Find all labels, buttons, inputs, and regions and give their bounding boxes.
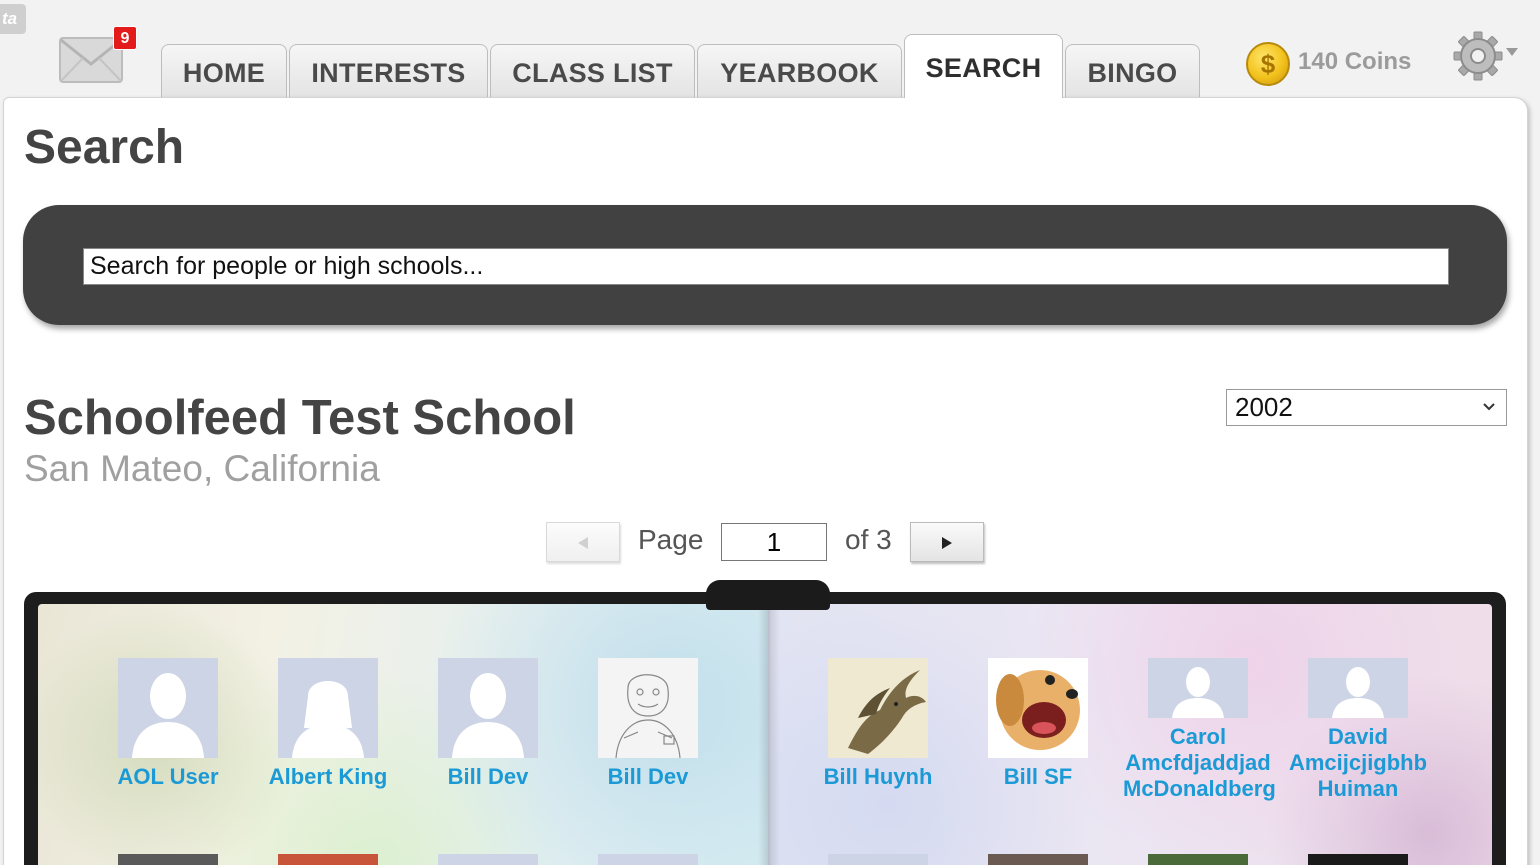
year-select-value: 2002	[1235, 392, 1293, 422]
puppy-avatar[interactable]	[988, 658, 1088, 758]
coins-label: 140 Coins	[1298, 48, 1412, 75]
tab-yearbook[interactable]: YEARBOOK	[697, 44, 902, 98]
partial-avatar[interactable]	[1308, 854, 1408, 865]
person-name[interactable]: AOL User	[93, 764, 243, 790]
person-name[interactable]: Carol Amcfdjaddjad McDonaldberg	[1123, 724, 1276, 802]
yearbook-clasp	[706, 580, 830, 610]
school-name: Schoolfeed Test School	[24, 391, 576, 445]
person-name[interactable]: Bill SF	[963, 764, 1113, 790]
partial-avatar[interactable]	[1148, 854, 1248, 865]
person-name[interactable]: Bill Dev	[573, 764, 723, 790]
arrow-left-icon	[578, 537, 588, 549]
coin-icon: $	[1246, 42, 1290, 86]
yearbook-entry[interactable]: David Amcijcjigbhb Huiman	[1283, 658, 1433, 802]
silhouette-avatar[interactable]	[1308, 658, 1408, 718]
person-last-name[interactable]: McDonaldberg	[1123, 776, 1276, 802]
search-input[interactable]	[83, 248, 1449, 285]
yearbook-spine	[758, 604, 780, 865]
mail-badge: 9	[113, 26, 137, 50]
silhouette-avatar[interactable]	[118, 658, 218, 758]
yearbook-entry[interactable]: Bill SF	[963, 658, 1113, 790]
pager: Page of 3	[546, 522, 986, 562]
person-name[interactable]: David Amcijcjigbhb Huiman	[1283, 724, 1433, 802]
chevron-down-icon	[1482, 390, 1496, 437]
prev-page-button[interactable]	[546, 522, 620, 562]
yearbook-entry[interactable]: Bill Dev	[413, 658, 563, 790]
year-select[interactable]: 2002	[1226, 389, 1507, 426]
silhouette-avatar[interactable]	[438, 658, 538, 758]
person-middle-name[interactable]: Amcfdjaddjad	[1123, 750, 1273, 776]
person-name[interactable]: Albert King	[253, 764, 403, 790]
partial-avatar[interactable]	[598, 854, 698, 865]
yearbook-entry[interactable]: Bill Huynh	[803, 658, 953, 790]
yearbook-entry[interactable]: Albert King	[253, 658, 403, 790]
person-last-name[interactable]: Huiman	[1283, 776, 1433, 802]
silhouette-avatar[interactable]	[1148, 658, 1248, 718]
dragon-avatar[interactable]	[828, 658, 928, 758]
tab-home[interactable]: HOME	[161, 44, 287, 98]
gear-icon[interactable]	[1452, 30, 1520, 84]
person-name[interactable]: Bill Huynh	[803, 764, 953, 790]
arrow-right-icon	[942, 537, 952, 549]
partial-avatar[interactable]	[988, 854, 1088, 865]
partial-avatar[interactable]	[118, 854, 218, 865]
partial-avatar[interactable]	[438, 854, 538, 865]
tab-interests[interactable]: INTERESTS	[289, 44, 488, 98]
yearbook-entry[interactable]: Bill Dev	[573, 658, 723, 790]
pager-total-label: of 3	[845, 524, 892, 555]
person-first-name[interactable]: David	[1283, 724, 1433, 750]
person-name[interactable]: Bill Dev	[413, 764, 563, 790]
next-page-button[interactable]	[910, 522, 984, 562]
sketch-avatar[interactable]	[598, 658, 698, 758]
yearbook-entry[interactable]: Carol Amcfdjaddjad McDonaldberg	[1123, 658, 1276, 802]
pager-page-label: Page	[638, 524, 704, 555]
page-number-input[interactable]	[721, 523, 827, 561]
school-location: San Mateo, California	[24, 448, 380, 489]
partial-avatar[interactable]	[828, 854, 928, 865]
person-middle-name[interactable]: Amcijcjigbhb	[1283, 750, 1433, 776]
tab-class-list[interactable]: CLASS LIST	[490, 44, 695, 98]
tab-search[interactable]: SEARCH	[904, 34, 1063, 98]
person-first-name[interactable]: Carol	[1123, 724, 1273, 750]
partial-avatar[interactable]	[278, 854, 378, 865]
yearbook-entry[interactable]: AOL User	[93, 658, 243, 790]
corner-tag: ta	[0, 4, 26, 34]
page-title: Search	[24, 121, 185, 174]
tab-bingo[interactable]: BINGO	[1065, 44, 1200, 98]
silhouette-avatar[interactable]	[278, 658, 378, 758]
